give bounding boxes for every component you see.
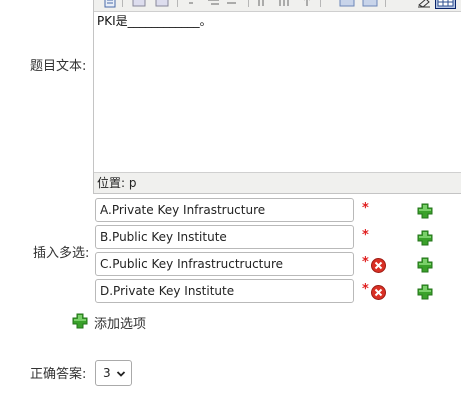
image-icon[interactable] xyxy=(339,0,355,8)
status-path-element[interactable]: p xyxy=(129,176,137,190)
option-input-d[interactable] xyxy=(95,279,354,303)
selected-answer-value: 3 xyxy=(103,366,111,380)
toolbar-separator xyxy=(122,0,123,7)
add-option-icon[interactable] xyxy=(417,230,433,246)
required-mark: * xyxy=(362,282,369,297)
add-option-icon[interactable] xyxy=(417,257,433,273)
add-option-icon[interactable] xyxy=(417,203,433,219)
question-text-label: 题目文本: xyxy=(30,59,87,74)
options-label: 插入多选: xyxy=(33,246,90,261)
option-input-b[interactable] xyxy=(95,225,354,249)
source-icon[interactable] xyxy=(435,0,456,9)
media-icon[interactable] xyxy=(362,0,378,8)
editor-content[interactable]: PKI是____________。 xyxy=(94,12,461,172)
option-input-c[interactable] xyxy=(95,252,354,276)
toolbar-separator xyxy=(248,0,249,7)
list-icon[interactable] xyxy=(224,0,240,8)
eraser-icon[interactable] xyxy=(416,0,432,8)
add-option-label: 添加选项 xyxy=(94,316,147,332)
plus-icon xyxy=(72,313,88,332)
toolbar-separator xyxy=(320,0,321,7)
indent-icon[interactable] xyxy=(206,0,222,8)
table-icon[interactable] xyxy=(256,0,272,8)
add-option-icon[interactable] xyxy=(417,284,433,300)
undo-icon[interactable] xyxy=(299,0,315,8)
link-icon[interactable] xyxy=(277,0,293,8)
editor-status-bar: 位置: p xyxy=(94,172,461,193)
add-option-button[interactable]: 添加选项 xyxy=(72,313,147,332)
status-path-label: 位置: xyxy=(97,176,126,190)
required-mark: * xyxy=(362,255,369,270)
editor-toolbar xyxy=(94,0,461,12)
required-mark: * xyxy=(362,201,369,216)
required-mark: * xyxy=(362,228,369,243)
option-input-a[interactable] xyxy=(95,198,354,222)
delete-option-icon[interactable] xyxy=(371,258,386,273)
rich-text-editor[interactable]: PKI是____________。 位置: p xyxy=(93,0,461,194)
chevron-down-icon xyxy=(116,368,126,382)
bold-icon[interactable] xyxy=(131,0,147,8)
italic-icon[interactable] xyxy=(154,0,170,8)
toolbar-separator xyxy=(385,0,386,7)
correct-answer-label: 正确答案: xyxy=(30,367,87,382)
correct-answer-select[interactable]: 3 xyxy=(95,360,132,386)
delete-option-icon[interactable] xyxy=(371,285,386,300)
align-icon[interactable] xyxy=(186,0,202,8)
toolbar-separator xyxy=(177,0,178,7)
paste-icon[interactable] xyxy=(102,0,118,8)
